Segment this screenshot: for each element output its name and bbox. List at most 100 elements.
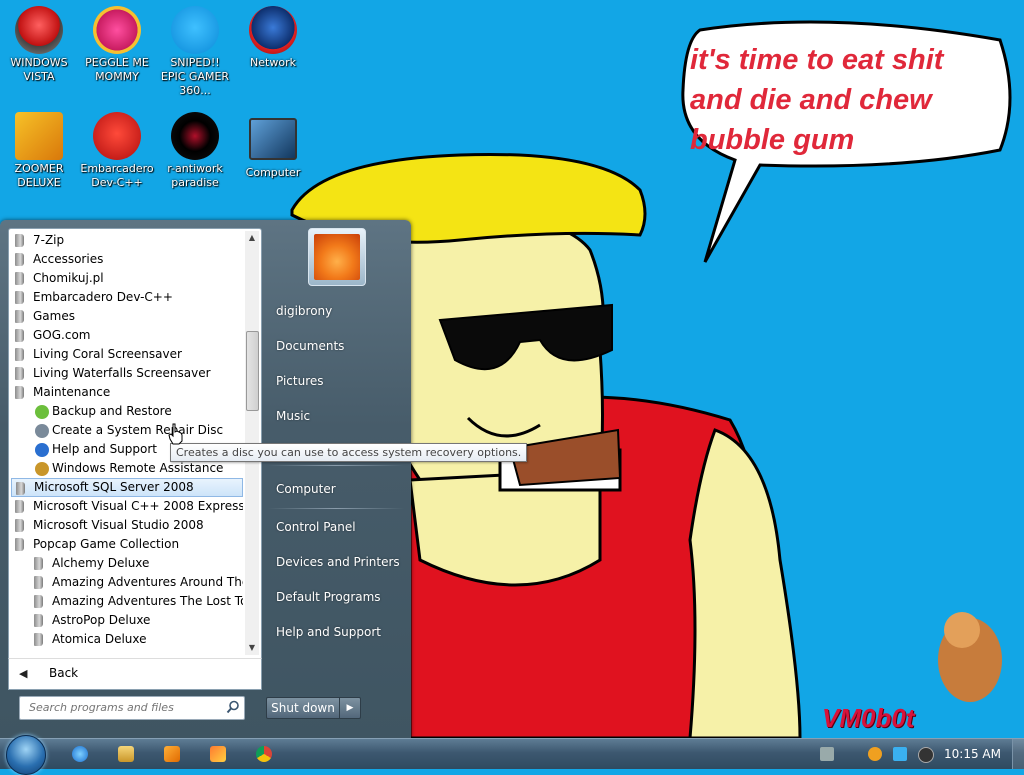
folder-icon bbox=[15, 329, 24, 342]
desktop-icon-label: Embarcadero Dev-C++ bbox=[80, 162, 154, 189]
start-item-music[interactable]: Music bbox=[276, 409, 310, 423]
program-label: Accessories bbox=[33, 252, 104, 266]
program-label: Amazing Adventures The Lost Tomb bbox=[52, 594, 243, 608]
program-item[interactable]: Accessories bbox=[11, 250, 243, 269]
program-item[interactable]: Backup and Restore bbox=[11, 402, 243, 421]
taskbar-media-player[interactable] bbox=[152, 741, 192, 767]
program-label: Chomikuj.pl bbox=[33, 271, 104, 285]
program-label: Alchemy Deluxe bbox=[52, 556, 150, 570]
peggle-icon bbox=[93, 6, 141, 54]
folder-icon bbox=[15, 519, 24, 532]
start-item-devices-printers[interactable]: Devices and Printers bbox=[276, 555, 400, 569]
search-box[interactable] bbox=[19, 696, 245, 720]
back-button[interactable]: ◀ Back bbox=[8, 658, 262, 690]
search-input[interactable] bbox=[20, 697, 225, 717]
program-item[interactable]: Popcap Game Collection bbox=[11, 535, 243, 554]
hand-cursor-icon bbox=[168, 423, 183, 445]
start-button-orb-icon[interactable] bbox=[6, 735, 46, 775]
menu-divider bbox=[268, 465, 404, 466]
scroll-down-arrow-icon[interactable]: ▼ bbox=[245, 641, 259, 655]
desktop-icon-label: Computer bbox=[245, 166, 301, 179]
vista-helmet-icon bbox=[15, 6, 63, 54]
user-avatar[interactable] bbox=[308, 228, 366, 286]
desktop-icon-label: ZOOMER DELUXE bbox=[14, 162, 64, 189]
tooltip: Creates a disc you can use to access sys… bbox=[170, 443, 528, 462]
start-item-control-panel[interactable]: Control Panel bbox=[276, 520, 356, 534]
desktop-icon-zoomer[interactable]: ZOOMER DELUXE bbox=[1, 112, 77, 190]
tray-app-icon[interactable] bbox=[820, 747, 834, 761]
menu-divider bbox=[268, 508, 404, 509]
program-item[interactable]: 7-Zip bbox=[11, 231, 243, 250]
program-item[interactable]: Microsoft Visual C++ 2008 Express Editio… bbox=[11, 497, 243, 516]
show-desktop-button[interactable] bbox=[1012, 739, 1024, 769]
program-label: Popcap Game Collection bbox=[33, 537, 180, 551]
chrome-icon bbox=[256, 746, 272, 762]
desktop-icon-computer[interactable]: Computer bbox=[235, 112, 311, 180]
folder-icon bbox=[34, 576, 43, 589]
network-icon bbox=[249, 6, 297, 54]
shutdown-options-arrow-icon[interactable]: ▶ bbox=[339, 697, 361, 719]
scroll-up-arrow-icon[interactable]: ▲ bbox=[245, 231, 259, 245]
program-label: 7-Zip bbox=[33, 233, 65, 247]
back-arrow-icon: ◀ bbox=[19, 667, 28, 680]
program-item[interactable]: Atomica Deluxe bbox=[11, 630, 243, 649]
program-item[interactable]: Chomikuj.pl bbox=[11, 269, 243, 288]
folder-icon bbox=[34, 614, 43, 627]
tray-search-icon[interactable] bbox=[868, 747, 882, 761]
search-icon[interactable] bbox=[226, 700, 240, 714]
program-item[interactable]: Living Waterfalls Screensaver bbox=[11, 364, 243, 383]
program-label: Microsoft Visual C++ 2008 Express Editio… bbox=[33, 499, 243, 513]
program-icon bbox=[35, 424, 49, 438]
start-item-computer[interactable]: Computer bbox=[276, 482, 336, 496]
program-item[interactable]: Microsoft Visual Studio 2008 bbox=[11, 516, 243, 535]
taskbar-clock[interactable]: 10:15 AM bbox=[944, 747, 1001, 761]
taskbar: 10:15 AM bbox=[0, 735, 1024, 775]
folder-icon bbox=[34, 633, 43, 646]
internet-explorer-icon bbox=[72, 746, 88, 762]
media-player-icon bbox=[164, 746, 180, 762]
start-item-documents[interactable]: Documents bbox=[276, 339, 344, 353]
program-item[interactable]: Living Coral Screensaver bbox=[11, 345, 243, 364]
program-label: Windows Remote Assistance bbox=[52, 461, 224, 475]
start-item-user[interactable]: digibrony bbox=[276, 304, 332, 318]
start-item-pictures[interactable]: Pictures bbox=[276, 374, 324, 388]
program-item[interactable]: Amazing Adventures The Lost Tomb bbox=[11, 592, 243, 611]
taskbar-chrome[interactable] bbox=[244, 741, 284, 767]
start-item-default-programs[interactable]: Default Programs bbox=[276, 590, 381, 604]
program-item[interactable]: Games bbox=[11, 307, 243, 326]
desktop-icon-devcpp[interactable]: Embarcadero Dev-C++ bbox=[79, 112, 155, 190]
program-item[interactable]: AstroPop Deluxe bbox=[11, 611, 243, 630]
program-item[interactable]: Microsoft SQL Server 2008 bbox=[11, 478, 243, 497]
folder-icon bbox=[16, 482, 25, 495]
folder-icon bbox=[15, 310, 24, 323]
taskbar-paint[interactable] bbox=[198, 741, 238, 767]
shutdown-button[interactable]: Shut down bbox=[266, 697, 340, 719]
program-item[interactable]: Maintenance bbox=[11, 383, 243, 402]
program-item[interactable]: Alchemy Deluxe bbox=[11, 554, 243, 573]
program-item[interactable]: GOG.com bbox=[11, 326, 243, 345]
file-explorer-icon bbox=[118, 746, 134, 762]
desktop-icon-antiwork[interactable]: r-antiwork paradise bbox=[157, 112, 233, 190]
desktop-icon-label: SNIPED!! EPIC GAMER 360... bbox=[160, 56, 230, 97]
tray-display-icon[interactable] bbox=[893, 747, 907, 761]
program-label: Living Waterfalls Screensaver bbox=[33, 366, 211, 380]
vmobot-watermark: VM0b0t bbox=[822, 703, 915, 733]
program-item[interactable]: Amazing Adventures Around The World bbox=[11, 573, 243, 592]
desktop-icon-peggle[interactable]: PEGGLE ME MOMMY bbox=[79, 6, 155, 84]
tray-volume-icon[interactable] bbox=[918, 747, 934, 763]
taskbar-file-explorer[interactable] bbox=[106, 741, 146, 767]
folder-icon bbox=[15, 253, 24, 266]
program-icon bbox=[35, 462, 49, 476]
program-label: GOG.com bbox=[33, 328, 91, 342]
taskbar-internet-explorer[interactable] bbox=[60, 741, 100, 767]
start-item-help-support[interactable]: Help and Support bbox=[276, 625, 381, 639]
folder-icon bbox=[15, 367, 24, 380]
desktop-icon-windows-vista[interactable]: WINDOWS VISTA bbox=[1, 6, 77, 84]
desktop-icon-sniped[interactable]: SNIPED!! EPIC GAMER 360... bbox=[157, 6, 233, 98]
desktop-icon-network[interactable]: Network bbox=[235, 6, 311, 70]
desktop-icon-label: r-antiwork paradise bbox=[167, 162, 223, 189]
folder-icon bbox=[15, 386, 24, 399]
program-item[interactable]: Embarcadero Dev-C++ bbox=[11, 288, 243, 307]
program-item[interactable]: Create a System Repair Disc bbox=[11, 421, 243, 440]
scroll-thumb[interactable] bbox=[246, 331, 259, 411]
